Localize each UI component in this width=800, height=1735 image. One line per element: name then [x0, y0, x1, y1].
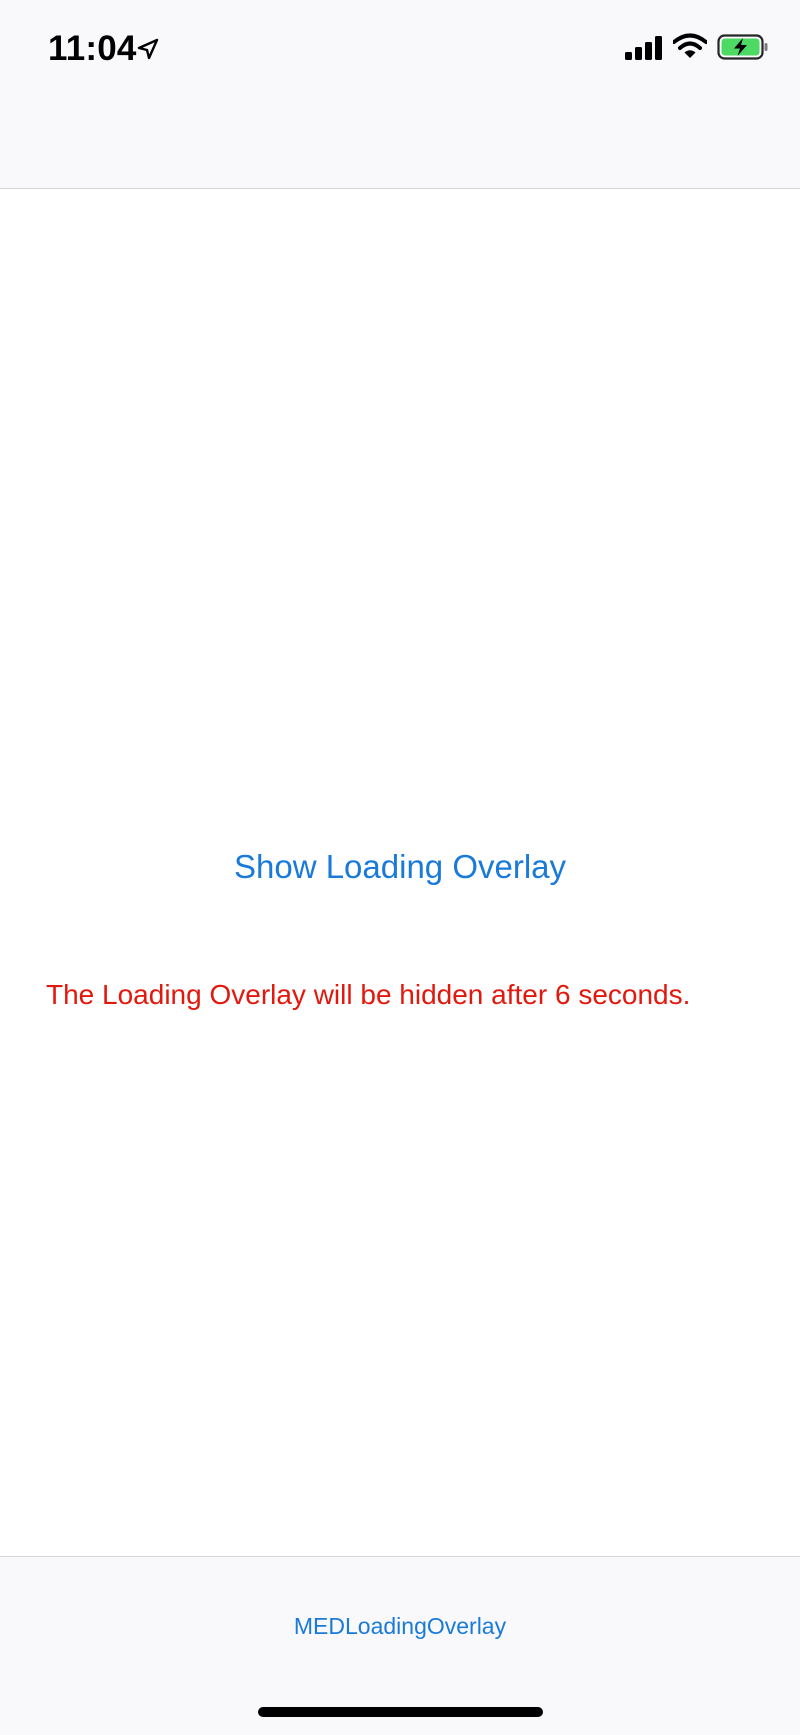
tab-medloadingoverlay[interactable]: MEDLoadingOverlay [0, 1613, 800, 1640]
status-time: 11:04 [48, 29, 137, 68]
overlay-hint-message: The Loading Overlay will be hidden after… [46, 979, 691, 1010]
cellular-signal-icon [625, 36, 662, 60]
show-loading-overlay-button[interactable]: Show Loading Overlay [0, 845, 800, 889]
status-bar: 11:04 [0, 0, 800, 189]
location-arrow-icon [137, 38, 159, 60]
wifi-icon [673, 33, 707, 58]
battery-charging-icon [717, 34, 768, 60]
home-indicator [258, 1707, 543, 1717]
